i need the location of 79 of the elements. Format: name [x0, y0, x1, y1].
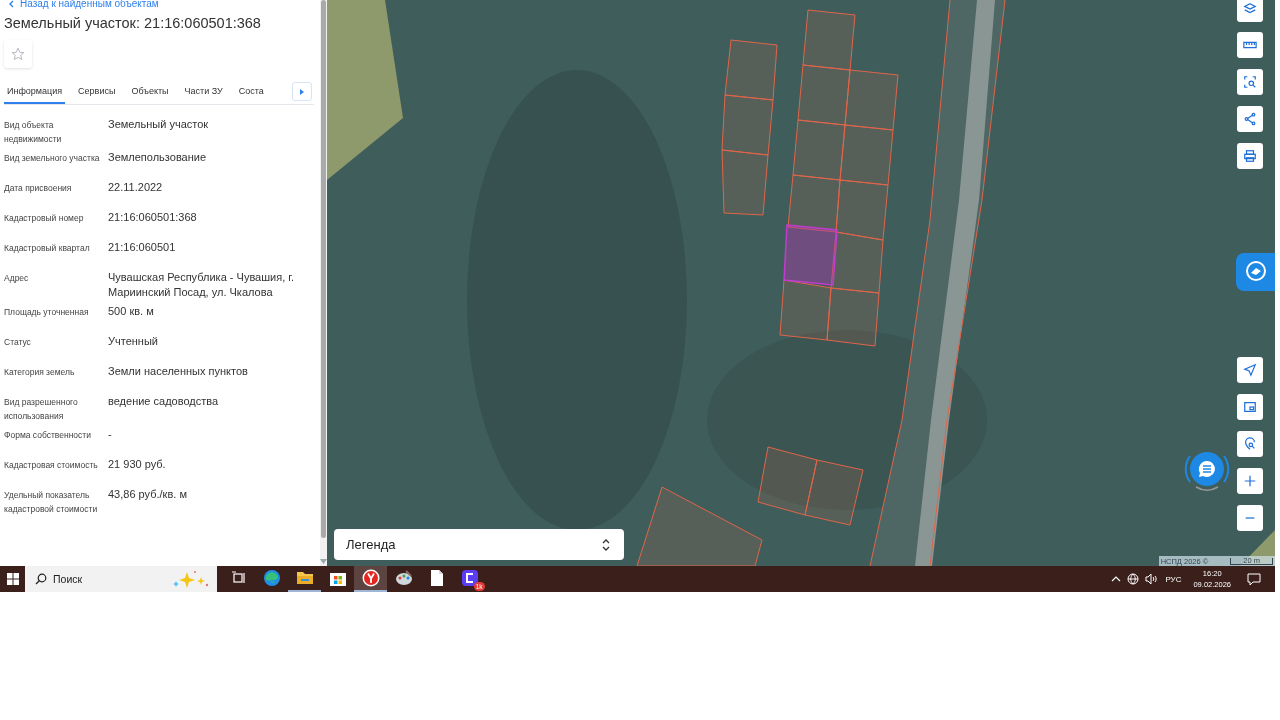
updown-chevron-icon: [602, 538, 610, 551]
y-logo-icon: [361, 569, 380, 587]
field-label: Дата присвоения: [4, 182, 73, 195]
field-value: 21:16:060501: [108, 240, 177, 255]
location-search-icon: [1243, 437, 1257, 451]
tab[interactable]: Сервисы: [75, 80, 119, 104]
field-label: Удельный показатель кадастровой стоимости: [4, 489, 99, 516]
tab[interactable]: Части ЗУ: [181, 80, 226, 104]
satellite-map[interactable]: [327, 0, 1275, 566]
ruler-button[interactable]: [1237, 32, 1263, 58]
field-label: Вид земельного участка: [4, 152, 101, 165]
browser-icon: [262, 569, 281, 587]
layers-icon: [1243, 2, 1257, 16]
field-label: Вид разрешенного использования: [4, 396, 79, 423]
field-label: Статус: [4, 336, 32, 349]
field-label: Категория земель: [4, 366, 76, 379]
field-value: Землепользование: [108, 150, 208, 165]
field-value: 21 930 руб.: [108, 457, 167, 472]
tabs-scroll-button[interactable]: [292, 82, 312, 101]
layers-button[interactable]: [1237, 0, 1263, 22]
search-icon: [35, 573, 47, 585]
folder-icon: [295, 570, 314, 586]
task-view-icon: [231, 571, 246, 585]
chat-bubble-icon: [1243, 260, 1268, 284]
legend-dropdown[interactable]: Легенда: [334, 529, 624, 560]
print-button[interactable]: [1237, 143, 1263, 169]
field-label: Адрес: [4, 272, 30, 285]
field-value: Земли населенных пунктов: [108, 364, 249, 379]
search-field[interactable]: Поиск: [25, 566, 217, 592]
arrow-left-icon: [8, 0, 16, 8]
field-value: ведение садоводства: [108, 394, 220, 409]
field-value: Чувашская Республика - Чувашия, г. Мариинский Посад, ул. Чкалова: [108, 270, 295, 300]
locate-button[interactable]: [1237, 357, 1263, 383]
field-value: 22.11.2022: [108, 180, 164, 195]
share-icon: [1243, 112, 1257, 126]
zoom-out-button[interactable]: [1237, 505, 1263, 531]
printer-icon: [1243, 149, 1257, 163]
frame-search-icon: [1243, 75, 1257, 89]
back-link[interactable]: Назад к найденным объектам: [4, 0, 159, 9]
field-value: Учтенный: [108, 334, 159, 349]
start-icon: [6, 573, 19, 585]
globe-icon[interactable]: [1127, 573, 1140, 585]
speaker-icon[interactable]: [1145, 573, 1158, 585]
parcel-title: Земельный участок: 21:16:060501:368: [4, 15, 262, 31]
field-value: 43,86 руб./кв. м: [108, 487, 188, 502]
palette-icon: [394, 569, 413, 587]
triangle-right-icon: [299, 88, 305, 95]
field-label: Кадастровый квартал: [4, 242, 91, 255]
notifications-icon[interactable]: [1247, 572, 1261, 586]
field-value: Земельный участок: [108, 117, 210, 132]
chevron-up-icon[interactable]: [1111, 575, 1122, 583]
field-label: Форма собственности: [4, 429, 92, 442]
scrollbar[interactable]: [320, 0, 327, 566]
share-button[interactable]: [1237, 106, 1263, 132]
star-icon: [11, 47, 25, 61]
plus-icon: [1243, 474, 1257, 488]
sparkles-icon: [171, 570, 211, 588]
field-value: 21:16:060501:368: [108, 210, 198, 225]
field-label: Кадастровая стоимость: [4, 459, 99, 472]
geo-search-button[interactable]: [1237, 431, 1263, 457]
chat-icon: [1198, 460, 1216, 478]
tab[interactable]: Объекты: [128, 80, 172, 104]
scrollbar-thumb[interactable]: [321, 0, 326, 538]
zoom-in-button[interactable]: [1237, 468, 1263, 494]
field-value: -: [108, 427, 113, 442]
input-language[interactable]: РУС: [1165, 574, 1182, 584]
tab[interactable]: Соста: [235, 80, 267, 104]
field-label: Кадастровый номер: [4, 212, 85, 225]
picture-in-picture-icon: [1243, 400, 1257, 414]
area-select-button[interactable]: [1237, 69, 1263, 95]
tab[interactable]: Информация: [4, 80, 66, 104]
document-icon: [429, 569, 444, 587]
taskbar-app[interactable]: [354, 566, 387, 592]
assistant-tab[interactable]: [1236, 253, 1275, 291]
field-value: 500 кв. м: [108, 304, 155, 319]
navigation-arrow-icon: [1243, 363, 1257, 377]
field-label: Площадь уточненная: [4, 306, 90, 319]
minimap-button[interactable]: [1237, 394, 1263, 420]
field-label: Вид объекта недвижимости: [4, 119, 63, 146]
